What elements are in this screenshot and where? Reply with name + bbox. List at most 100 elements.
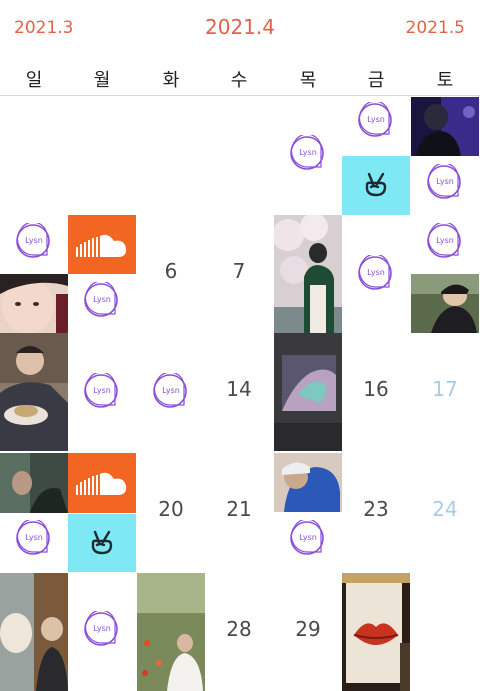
day-cell-wed-7[interactable]: 7 <box>205 215 273 333</box>
photo-image <box>342 573 410 691</box>
day-cell-fri-2[interactable]: Lysn <box>342 97 410 215</box>
photo-thumbnail[interactable] <box>274 453 342 512</box>
photo-thumbnail[interactable] <box>0 573 68 691</box>
lysn-label: Lysn <box>93 295 111 304</box>
lysn-label: Lysn <box>93 386 111 395</box>
lysn-badge[interactable]: Lysn <box>15 520 53 558</box>
day-cell-sat-3[interactable]: Lysn <box>411 97 479 215</box>
weekday-fri: 금 <box>367 70 385 91</box>
photo-image <box>0 274 68 333</box>
weekday-sat: 토 <box>436 70 454 91</box>
soundcloud-tile[interactable] <box>68 453 136 513</box>
lysn-badge[interactable]: Lysn <box>426 164 464 202</box>
lysn-slot[interactable]: Lysn <box>274 512 342 571</box>
lysn-badge[interactable]: Lysn <box>15 223 53 261</box>
lysn-badge[interactable]: Lysn <box>83 282 121 320</box>
day-cell-wed-28[interactable]: 28 <box>205 573 273 691</box>
day-cell-mon-5[interactable]: Lysn <box>68 215 136 333</box>
day-cell-tue-13[interactable]: Lysn <box>137 333 205 451</box>
photo-thumbnail[interactable] <box>274 333 342 451</box>
day-cell-sun-4[interactable]: Lysn <box>0 215 68 333</box>
weekday-header: 일 월 화 수 목 금 토 <box>0 58 480 96</box>
vlive-peace-icon <box>91 530 113 555</box>
photo-image <box>274 215 342 333</box>
lysn-slot[interactable]: Lysn <box>411 156 479 215</box>
lysn-slot[interactable]: Lysn <box>342 97 410 156</box>
lysn-slot[interactable]: Lysn <box>68 274 136 333</box>
lysn-badge[interactable]: Lysn <box>152 373 190 411</box>
day-cell-fri-23[interactable]: 23 <box>342 453 410 571</box>
soundcloud-tile[interactable] <box>68 215 136 274</box>
current-month-label: 2021.4 <box>205 15 275 39</box>
lysn-badge[interactable]: Lysn <box>357 255 395 293</box>
photo-thumbnail[interactable] <box>342 573 410 691</box>
lysn-label: Lysn <box>436 236 454 245</box>
photo-thumbnail[interactable] <box>0 453 68 513</box>
lysn-label: Lysn <box>367 268 385 277</box>
day-cell-sat-17[interactable]: 17 <box>411 333 479 451</box>
lysn-badge[interactable]: Lysn <box>426 223 464 261</box>
weekday-sun: 일 <box>25 70 43 91</box>
lysn-badge[interactable]: Lysn <box>83 611 121 649</box>
day-number: 20 <box>158 497 184 521</box>
photo-image <box>274 333 342 451</box>
day-cell-thu-1[interactable]: Lysn <box>274 97 342 215</box>
soundcloud-icon <box>76 472 127 495</box>
photo-image <box>411 97 479 156</box>
day-cell-sat-10[interactable]: Lysn <box>411 215 479 333</box>
vlive-tile[interactable] <box>342 156 410 215</box>
prev-month-button[interactable]: 2021.3 <box>14 17 73 39</box>
next-month-button[interactable]: 2021.5 <box>406 17 465 39</box>
vlive-peace-icon <box>365 172 387 197</box>
day-cell-sun-18[interactable]: Lysn <box>0 453 68 571</box>
photo-thumbnail[interactable] <box>411 274 479 333</box>
soundcloud-icon <box>76 234 127 257</box>
weekday-thu: 목 <box>299 70 317 91</box>
photo-image <box>137 573 205 691</box>
lysn-badge[interactable]: Lysn <box>289 520 327 558</box>
day-cell-sat-24[interactable]: 24 <box>411 453 479 571</box>
day-cell-tue-20[interactable]: 20 <box>137 453 205 571</box>
weekday-tue: 화 <box>162 70 180 91</box>
day-cell-fri-9[interactable]: Lysn <box>342 215 410 333</box>
photo-thumbnail[interactable] <box>137 573 205 691</box>
photo-image <box>0 453 68 513</box>
day-cell-mon-19[interactable] <box>68 453 136 572</box>
day-number: 6 <box>164 259 178 283</box>
day-number: 28 <box>226 617 252 641</box>
lysn-slot[interactable]: Lysn <box>0 215 68 274</box>
lysn-slot[interactable]: Lysn <box>0 515 68 574</box>
vlive-tile[interactable] <box>68 514 136 572</box>
photo-thumbnail[interactable] <box>274 215 342 333</box>
day-cell-tue-6[interactable]: 6 <box>137 215 205 333</box>
day-number: 24 <box>432 497 458 521</box>
lysn-label: Lysn <box>367 115 385 124</box>
lysn-badge[interactable]: Lysn <box>83 373 121 411</box>
day-cell-mon-12[interactable]: Lysn <box>68 333 136 451</box>
day-cell-thu-22[interactable]: Lysn <box>274 453 342 571</box>
lysn-label: Lysn <box>299 533 317 542</box>
day-number: 21 <box>226 497 252 521</box>
lysn-label: Lysn <box>436 177 454 186</box>
lysn-label: Lysn <box>299 148 317 157</box>
lysn-badge[interactable]: Lysn <box>357 102 395 140</box>
lysn-slot[interactable]: Lysn <box>411 215 479 274</box>
photo-thumbnail[interactable] <box>411 97 479 156</box>
photo-image <box>274 453 342 512</box>
day-number: 23 <box>363 497 389 521</box>
lysn-label: Lysn <box>25 236 43 245</box>
day-number: 14 <box>226 377 252 401</box>
lysn-badge[interactable]: Lysn <box>289 135 327 173</box>
day-cell-wed-14[interactable]: 14 <box>205 333 273 451</box>
weekday-wed: 수 <box>230 70 248 91</box>
day-cell-wed-21[interactable]: 21 <box>205 453 273 571</box>
photo-thumbnail[interactable] <box>0 274 68 333</box>
day-cell-thu-29[interactable]: 29 <box>274 573 342 691</box>
lysn-label: Lysn <box>25 533 43 542</box>
day-cell-fri-16[interactable]: 16 <box>342 333 410 451</box>
day-number: 16 <box>363 377 389 401</box>
photo-thumbnail[interactable] <box>0 333 68 451</box>
day-number: 17 <box>432 377 458 401</box>
day-cell-mon-26[interactable]: Lysn <box>68 573 136 691</box>
photo-image <box>411 274 479 333</box>
